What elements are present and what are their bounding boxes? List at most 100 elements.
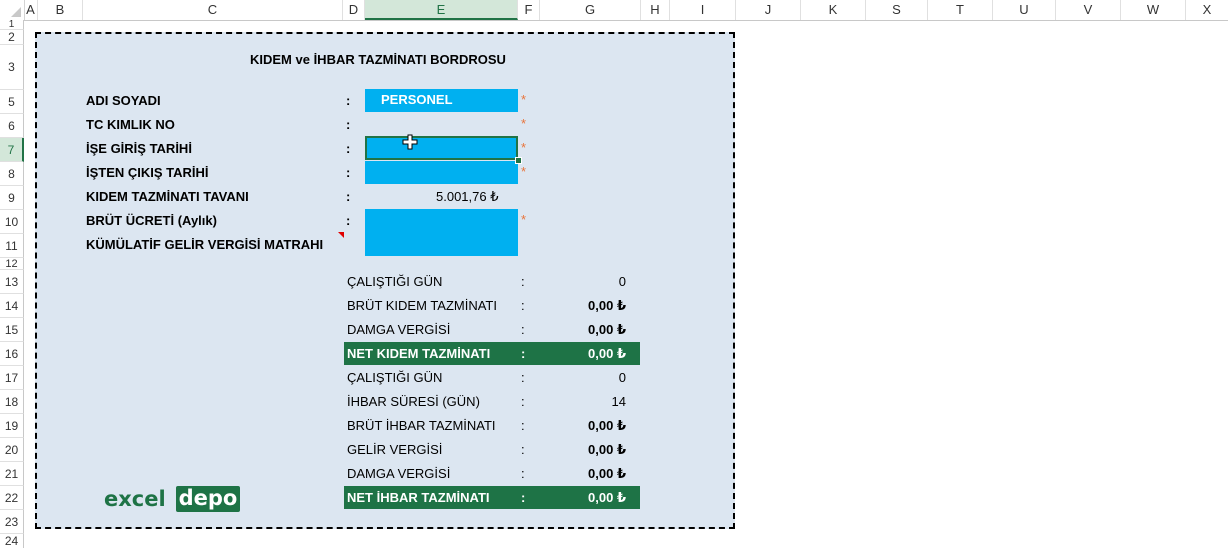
column-header-f[interactable]: F: [518, 0, 540, 20]
required-star: *: [521, 212, 527, 227]
active-cell-selection[interactable]: [365, 136, 518, 160]
column-header-i[interactable]: I: [670, 0, 736, 20]
ihbar-calistigi-gun-label: ÇALIŞTIĞI GÜN: [347, 370, 443, 385]
ihbar-calistigi-gun-value: 0: [618, 370, 626, 385]
net-kidem-tazminati-row: NET KIDEM TAZMİNATI : 0,00 ₺: [344, 342, 640, 365]
form-title: KIDEM ve İHBAR TAZMİNATI BORDROSU: [250, 52, 506, 67]
gelir-vergisi-value: 0,00 ₺: [588, 442, 626, 457]
column-header-j[interactable]: J: [736, 0, 801, 20]
select-all-corner[interactable]: [0, 0, 25, 20]
kidem-damga-vergisi-label: DAMGA VERGİSİ: [347, 322, 451, 337]
net-ihbar-tazminati-label: NET İHBAR TAZMİNATI: [347, 490, 490, 505]
row-header-13[interactable]: 13: [0, 270, 24, 294]
input-isten-cikis-tarihi[interactable]: [365, 161, 518, 184]
colon: :: [346, 93, 351, 108]
required-star: *: [521, 164, 527, 179]
required-star: *: [521, 92, 527, 107]
brut-kidem-tazminati-label: BRÜT KIDEM TAZMİNATI: [347, 298, 497, 313]
row-header-14[interactable]: 14: [0, 294, 24, 318]
column-header-x[interactable]: X: [1186, 0, 1228, 20]
row-header-16[interactable]: 16: [0, 342, 24, 366]
comment-indicator[interactable]: [338, 232, 344, 238]
column-header-c[interactable]: C: [83, 0, 343, 20]
row-header-24[interactable]: 24: [0, 534, 24, 548]
brut-ihbar-tazminati-label: BRÜT İHBAR TAZMİNATI: [347, 418, 496, 433]
brut-kidem-tazminati-value: 0,00 ₺: [588, 298, 626, 313]
row-header-8[interactable]: 8: [0, 162, 24, 186]
row-header-22[interactable]: 22: [0, 486, 24, 510]
colon: :: [521, 370, 525, 385]
row-header-9[interactable]: 9: [0, 186, 24, 210]
column-header-k[interactable]: K: [801, 0, 866, 20]
kidem-calistigi-gun-label: ÇALIŞTIĞI GÜN: [347, 274, 443, 289]
column-header-s[interactable]: S: [866, 0, 928, 20]
colon: :: [521, 490, 526, 505]
row-header-3[interactable]: 3: [0, 45, 24, 90]
row-header-19[interactable]: 19: [0, 414, 24, 438]
column-header-e[interactable]: E: [365, 0, 518, 20]
net-kidem-tazminati-label: NET KIDEM TAZMİNATI: [347, 346, 491, 361]
row-header-6[interactable]: 6: [0, 114, 24, 138]
row-header-20[interactable]: 20: [0, 438, 24, 462]
colon: :: [346, 165, 351, 180]
required-star: *: [521, 116, 527, 131]
label-ise-giris-tarihi: İŞE GİRİŞ TARİHİ: [86, 141, 192, 156]
row-header-2[interactable]: 2: [0, 30, 24, 45]
label-adi-soyadi: ADI SOYADI: [86, 93, 161, 108]
colon: :: [521, 298, 525, 313]
kidem-tavani-value: 5.001,76 ₺: [436, 189, 499, 204]
required-star: *: [521, 140, 527, 155]
column-header-w[interactable]: W: [1121, 0, 1186, 20]
kidem-calistigi-gun-value: 0: [618, 274, 626, 289]
label-brut-ucreti: BRÜT ÜCRETİ (Aylık): [86, 213, 217, 228]
logo-text-depo: depo: [176, 486, 240, 512]
row-header-10[interactable]: 10: [0, 210, 24, 234]
column-header-d[interactable]: D: [343, 0, 365, 20]
row-header-21[interactable]: 21: [0, 462, 24, 486]
ihbar-damga-vergisi-value: 0,00 ₺: [588, 466, 626, 481]
column-header-b[interactable]: B: [38, 0, 83, 20]
gelir-vergisi-label: GELİR VERGİSİ: [347, 442, 443, 457]
label-kidem-tazminati-tavani: KIDEM TAZMİNATI TAVANI: [86, 189, 249, 204]
row-header-15[interactable]: 15: [0, 318, 24, 342]
column-header-a[interactable]: A: [24, 0, 38, 20]
column-header-v[interactable]: V: [1056, 0, 1121, 20]
label-kumulatif-matrah: KÜMÜLATİF GELİR VERGİSİ MATRAHI: [86, 237, 324, 252]
column-header-g[interactable]: G: [540, 0, 641, 20]
fill-handle[interactable]: [515, 157, 522, 164]
colon: :: [521, 274, 525, 289]
label-isten-cikis-tarihi: İŞTEN ÇIKIŞ TARİHİ: [86, 165, 209, 180]
column-header-bar: A B C D E F G H I J K S T U V W X: [0, 0, 1228, 21]
input-adi-soyadi-value: PERSONEL: [381, 92, 453, 107]
net-kidem-tazminati-value: 0,00 ₺: [588, 346, 626, 361]
row-header-23[interactable]: 23: [0, 510, 24, 534]
row-header-5[interactable]: 5: [0, 90, 24, 114]
brut-ihbar-tazminati-value: 0,00 ₺: [588, 418, 626, 433]
net-ihbar-tazminati-value: 0,00 ₺: [588, 490, 626, 505]
colon: :: [346, 141, 351, 156]
kidem-damga-vergisi-value: 0,00 ₺: [588, 322, 626, 337]
column-header-u[interactable]: U: [993, 0, 1056, 20]
colon: :: [521, 346, 526, 361]
row-header-1[interactable]: 1: [0, 20, 24, 30]
row-header-12[interactable]: 12: [0, 258, 24, 270]
ihbar-suresi-label: İHBAR SÜRESİ (GÜN): [347, 394, 480, 409]
label-tc-kimlik-no: TC KIMLIK NO: [86, 117, 175, 132]
cell-cursor-icon: [402, 134, 418, 150]
column-header-t[interactable]: T: [928, 0, 993, 20]
colon: :: [521, 466, 525, 481]
colon: :: [346, 213, 351, 228]
colon: :: [521, 322, 525, 337]
colon: :: [521, 418, 525, 433]
column-header-h[interactable]: H: [641, 0, 670, 20]
colon: :: [346, 189, 351, 204]
colon: :: [521, 442, 525, 457]
ihbar-damga-vergisi-label: DAMGA VERGİSİ: [347, 466, 451, 481]
input-brut-ucreti-and-matrah[interactable]: [365, 209, 518, 256]
input-adi-soyadi[interactable]: PERSONEL: [365, 89, 518, 112]
row-header-18[interactable]: 18: [0, 390, 24, 414]
row-header-17[interactable]: 17: [0, 366, 24, 390]
row-header-7[interactable]: 7: [0, 138, 24, 162]
net-ihbar-tazminati-row: NET İHBAR TAZMİNATI : 0,00 ₺: [344, 486, 640, 509]
row-header-11[interactable]: 11: [0, 234, 24, 258]
